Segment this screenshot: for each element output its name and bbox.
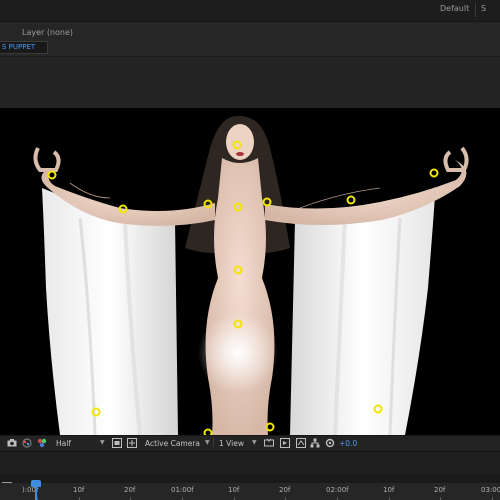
exposure-value[interactable]: +0.0 (339, 438, 357, 449)
layer-label: Layer (none) (22, 28, 74, 37)
reset-exposure-icon[interactable] (325, 438, 335, 448)
timeline-panel: ):00f 10f 20f 01:00f 10f 20f 02:00f 10f … (0, 451, 500, 500)
timeline-work-area (0, 474, 500, 483)
flowchart-icon[interactable] (310, 438, 320, 448)
chevron-down-icon[interactable]: ▼ (205, 439, 210, 446)
color-icon[interactable] (22, 438, 32, 448)
chevron-down-icon[interactable]: ▼ (252, 439, 257, 446)
tick-label: 20f (434, 486, 446, 494)
puppet-pin (429, 168, 439, 178)
tick-label: 10f (383, 486, 395, 494)
tick-label: 01:00f (171, 486, 194, 494)
tick-label: 10f (73, 486, 85, 494)
transparency-grid-icon[interactable] (37, 438, 47, 448)
viewer-toolbar: Half ▼ Active Camera ▼ 1 View ▼ +0.0 (0, 435, 500, 450)
empty-panel-area (0, 56, 500, 108)
left-hand (33, 147, 61, 172)
timeline-icon[interactable] (280, 438, 290, 448)
workspace-bar: Default S (0, 0, 500, 22)
workspace-divider (475, 3, 476, 17)
view-layout-select[interactable]: 1 View (219, 438, 244, 449)
camera-select[interactable]: Active Camera (145, 438, 200, 449)
tick-label: 20f (124, 486, 136, 494)
camera-icon[interactable] (7, 438, 17, 448)
composition-viewer[interactable] (0, 108, 500, 435)
composition-frame (33, 115, 469, 435)
chevron-down-icon[interactable]: ▼ (100, 439, 105, 446)
workspace-next-tab[interactable]: S (481, 4, 486, 13)
lips (236, 152, 244, 156)
puppet-pin (346, 195, 356, 205)
region-icon[interactable] (112, 438, 122, 448)
workspace-default-tab[interactable]: Default (440, 4, 469, 13)
light-glow (198, 313, 278, 393)
magnification-select[interactable]: Half (56, 438, 71, 449)
tick-label: 03:00 (481, 486, 500, 494)
toolbar-divider (213, 438, 214, 449)
right-hand (443, 146, 469, 172)
time-ruler[interactable]: ):00f 10f 20f 01:00f 10f 20f 02:00f 10f … (0, 483, 500, 500)
fast-preview-icon[interactable] (264, 438, 274, 448)
playhead[interactable] (35, 483, 37, 500)
tick-label: 20f (279, 486, 291, 494)
right-cloth-wing (290, 196, 435, 435)
tick-label: 02:00f (326, 486, 349, 494)
region-icon[interactable] (296, 438, 306, 448)
puppet-pin (47, 170, 57, 180)
view-layout-icon[interactable] (127, 438, 137, 448)
puppet-effect-tab[interactable]: S PUPPET (0, 41, 48, 54)
layer-panel-header: Layer (none) (0, 22, 500, 56)
tick-label: 10f (228, 486, 240, 494)
